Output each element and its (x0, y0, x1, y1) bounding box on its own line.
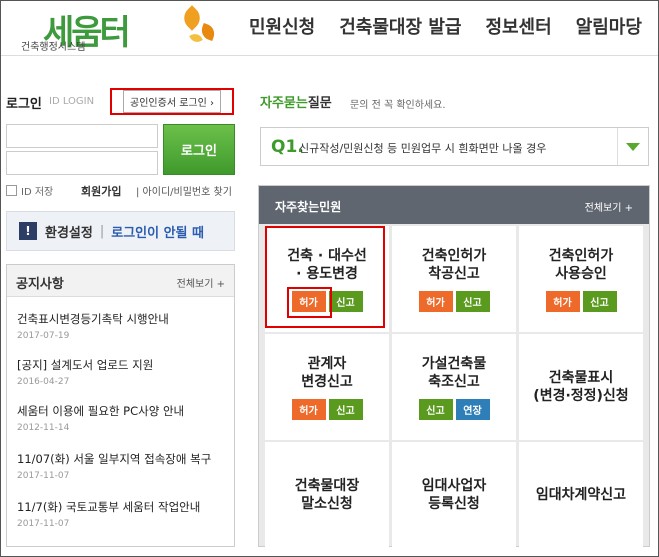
header: 세움터 건축행정시스템 민원신청 건축물대장 발급 정보센터 알림마당 (1, 1, 658, 53)
list-item[interactable]: 건축표시변경등기촉탁 시행안내 2017-07-19 (17, 311, 169, 341)
service-title[interactable]: 건축물표시 (변경·정정)신청 (533, 369, 628, 405)
header-divider (1, 55, 658, 56)
notice-item-date: 2012-11-14 (17, 423, 70, 433)
list-item[interactable]: 11/7(화) 국토교통부 세움터 작업안내 2017-11-07 (17, 499, 200, 529)
find-account-link[interactable]: | 아이디/비밀번호 찾기 (136, 183, 232, 198)
services-title: 자주찾는민원 (275, 200, 342, 214)
notice-item-date: 2017-11-07 (17, 519, 70, 529)
id-input[interactable] (6, 124, 158, 148)
join-link[interactable]: 회원가입 (81, 183, 121, 199)
service-tag-button[interactable]: 신고 (582, 290, 617, 312)
env-settings-link[interactable]: 환경설정 (45, 222, 93, 241)
service-tags: 허가 신고 (418, 290, 490, 312)
alert-icon: ! (19, 222, 37, 240)
faq-toggle-button[interactable] (617, 128, 648, 165)
password-input[interactable] (6, 151, 158, 175)
service-tag-button[interactable]: 신고 (328, 398, 363, 420)
service-tags: 신고 연장 (418, 398, 490, 420)
services-more-link[interactable]: 전체보기 + (585, 199, 633, 214)
service-cell[interactable]: 건축인허가 착공신고허가 신고 (392, 226, 516, 332)
notice-item-title[interactable]: 11/7(화) 국토교통부 세움터 작업안내 (17, 499, 200, 515)
service-tag-button[interactable]: 연장 (455, 398, 490, 420)
service-title[interactable]: 가설건축물 축조신고 (422, 355, 486, 391)
notice-item-title[interactable]: [공지] 설계도서 업로드 지원 (17, 357, 153, 373)
list-item[interactable]: [공지] 설계도서 업로드 지원 2016-04-27 (17, 357, 153, 387)
nav-item-complaint[interactable]: 민원신청 (249, 13, 315, 39)
service-cell[interactable]: 건축물대장 말소신청 (265, 442, 389, 548)
notice-panel: 공지사항 전체보기 + 건축표시변경등기촉탁 시행안내 2017-07-19 [… (6, 264, 235, 547)
cert-login-button[interactable]: 공인인증서 로그인 › (123, 90, 221, 113)
service-title[interactable]: 관계자 변경신고 (301, 355, 353, 391)
list-item[interactable]: 11/07(화) 서울 일부지역 접속장애 복구 2017-11-07 (17, 451, 211, 481)
notice-item-date: 2017-07-19 (17, 331, 70, 341)
service-title[interactable]: 건축인허가 착공신고 (422, 247, 486, 283)
service-title[interactable]: 건축인허가 사용승인 (549, 247, 613, 283)
service-cell[interactable]: 건축물표시 (변경·정정)신청 (519, 334, 643, 440)
login-button[interactable]: 로그인 (163, 124, 235, 175)
service-cell[interactable]: 건축인허가 사용승인허가 신고 (519, 226, 643, 332)
faq-title: 자주묻는질문 (260, 92, 332, 111)
notice-item-title[interactable]: 건축표시변경등기촉탁 시행안내 (17, 311, 169, 327)
service-title[interactable]: 건축물대장 말소신청 (295, 477, 359, 513)
save-id[interactable]: ID 저장 (6, 183, 53, 198)
service-tags: 허가 신고 (545, 290, 617, 312)
notice-header: 공지사항 전체보기 + (7, 265, 234, 297)
faq-title-rest: 질문 (307, 96, 332, 111)
login-title: 로그인 (6, 97, 42, 112)
nav-item-info[interactable]: 정보센터 (485, 13, 551, 39)
service-cell[interactable]: 임대차계약신고 (519, 442, 643, 548)
service-cell[interactable]: 관계자 변경신고허가 신고 (265, 334, 389, 440)
notice-more-link[interactable]: 전체보기 + (177, 275, 225, 290)
service-title[interactable]: 임대차계약신고 (536, 486, 626, 504)
leaf-icon (179, 5, 205, 31)
faq-description: 문의 전 꼭 확인하세요. (350, 100, 446, 111)
logo[interactable]: 세움터 건축행정시스템 (15, 5, 225, 53)
service-tag-button[interactable]: 허가 (291, 398, 326, 420)
env-settings-bar: ! 환경설정 | 로그인이 안될 때 (6, 211, 235, 251)
list-item[interactable]: 세움터 이용에 필요한 PC사양 안내 2012-11-14 (17, 403, 184, 433)
highlight-box (287, 287, 332, 318)
nav-item-notice[interactable]: 알림마당 (576, 13, 642, 39)
leaf-icon (189, 31, 203, 45)
notice-item-title[interactable]: 세움터 이용에 필요한 PC사양 안내 (17, 403, 184, 419)
service-cell[interactable]: 가설건축물 축조신고신고 연장 (392, 334, 516, 440)
service-tag-button[interactable]: 허가 (418, 290, 453, 312)
notice-item-date: 2017-11-07 (17, 471, 70, 481)
notice-item-date: 2016-04-27 (17, 377, 70, 387)
service-tag-button[interactable]: 허가 (545, 290, 580, 312)
faq-question[interactable]: 신규작성/민원신청 등 민원업무 시 흰화면만 나올 경우 (299, 140, 546, 156)
chevron-down-icon (626, 142, 640, 151)
service-tag-button[interactable]: 신고 (418, 398, 453, 420)
separator: | (99, 223, 105, 239)
nav-item-ledger[interactable]: 건축물대장 발급 (339, 13, 461, 39)
service-tags: 허가 신고 (291, 398, 363, 420)
cert-login-highlight: 공인인증서 로그인 › (110, 88, 234, 115)
faq-item[interactable]: Q1. 신규작성/민원신청 등 민원업무 시 흰화면만 나올 경우 (260, 127, 649, 166)
save-id-label: ID 저장 (21, 187, 54, 198)
logo-subtitle: 건축행정시스템 (21, 42, 86, 53)
service-tag-button[interactable]: 신고 (455, 290, 490, 312)
services-header: 자주찾는민원 전체보기 + (259, 186, 649, 224)
main-nav: 민원신청 건축물대장 발급 정보센터 알림마당 (249, 13, 659, 39)
notice-item-title[interactable]: 11/07(화) 서울 일부지역 접속장애 복구 (17, 451, 211, 467)
service-cell[interactable]: 임대사업자 등록신청 (392, 442, 516, 548)
notice-title: 공지사항 (16, 277, 64, 292)
login-help-link[interactable]: 로그인이 안될 때 (111, 222, 204, 241)
faq-title-highlight: 자주묻는 (260, 96, 308, 111)
save-id-checkbox[interactable] (6, 185, 17, 196)
login-subtitle: ID LOGIN (49, 96, 95, 107)
service-title[interactable]: 임대사업자 등록신청 (422, 477, 486, 513)
